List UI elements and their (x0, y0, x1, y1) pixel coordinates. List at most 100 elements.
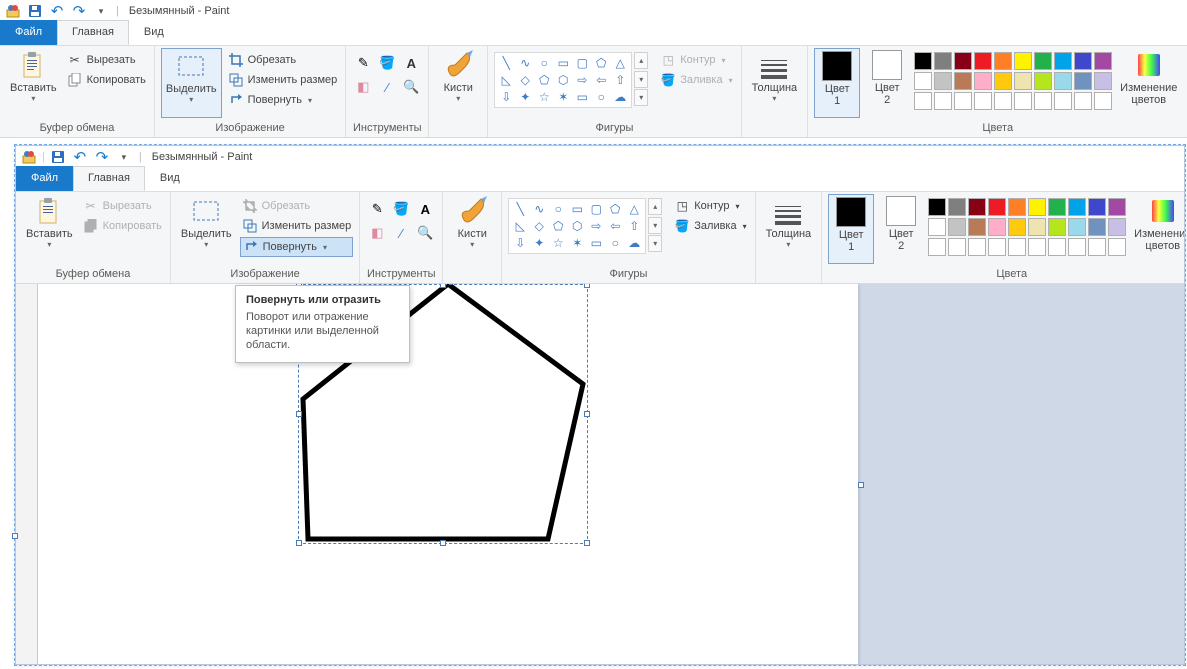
tab-home[interactable]: Главная (73, 166, 145, 191)
shape-uparrow-icon[interactable]: ⇧ (611, 72, 629, 88)
resize-button[interactable]: Изменить размер (226, 71, 340, 89)
color-swatch[interactable] (1108, 218, 1126, 236)
shape-oval-icon[interactable]: ○ (535, 55, 553, 71)
shape-triangle-icon[interactable]: △ (611, 55, 629, 71)
thickness-button[interactable]: Толщина (748, 48, 802, 118)
color-swatch[interactable] (1094, 52, 1112, 70)
shape-callout-oval-icon[interactable]: ○ (592, 89, 610, 105)
canvas-area-inner[interactable] (16, 284, 1184, 664)
qat-undo-icon[interactable]: ↶ (71, 148, 89, 166)
color-swatch[interactable] (974, 72, 992, 90)
color1-button[interactable]: Цвет 1 (828, 194, 874, 264)
color-swatch[interactable] (988, 198, 1006, 216)
color-swatch[interactable] (974, 52, 992, 70)
shape-6star-icon[interactable]: ✶ (554, 89, 572, 105)
pencil-icon[interactable]: ✎ (352, 52, 374, 74)
color2-button[interactable]: Цвет 2 (878, 194, 924, 264)
color-swatch[interactable] (934, 72, 952, 90)
color-swatch[interactable] (1008, 198, 1026, 216)
outline-button[interactable]: ◳ Контур ▾ (672, 197, 748, 215)
color-swatch[interactable] (1068, 218, 1086, 236)
shape-hexagon-icon[interactable]: ⬡ (554, 72, 572, 88)
color-swatch[interactable] (968, 218, 986, 236)
color-swatch[interactable] (1094, 92, 1112, 110)
tab-file[interactable]: Файл (0, 20, 57, 45)
brushes-button[interactable]: Кисти (449, 194, 495, 264)
color-swatch[interactable] (968, 238, 986, 256)
color-swatch[interactable] (954, 72, 972, 90)
thickness-button[interactable]: Толщина (762, 194, 816, 264)
color1-button[interactable]: Цвет 1 (814, 48, 860, 118)
pencil-icon[interactable]: ✎ (366, 198, 388, 220)
color-swatch[interactable] (934, 52, 952, 70)
shapes-scroll[interactable]: ▴ ▾ ▾ (634, 52, 648, 106)
color-swatch[interactable] (1034, 72, 1052, 90)
resize-button[interactable]: Изменить размер (240, 217, 354, 235)
color-swatch[interactable] (1074, 92, 1092, 110)
color-swatch[interactable] (1108, 198, 1126, 216)
qat-redo-icon[interactable]: ↷ (93, 148, 111, 166)
color2-button[interactable]: Цвет 2 (864, 48, 910, 118)
eraser-icon[interactable]: ◧ (352, 76, 374, 98)
color-swatch[interactable] (954, 92, 972, 110)
color-swatch[interactable] (1014, 72, 1032, 90)
color-swatch[interactable] (934, 92, 952, 110)
scroll-down-icon[interactable]: ▾ (634, 71, 648, 88)
color-swatch[interactable] (1074, 52, 1092, 70)
fill-button[interactable]: 🪣 Заливка ▾ (672, 217, 748, 235)
rotate-button[interactable]: Повернуть ▾ (226, 91, 340, 109)
tab-view[interactable]: Вид (129, 20, 179, 45)
qat-undo-icon[interactable]: ↶ (48, 2, 66, 20)
color-swatch[interactable] (1068, 198, 1086, 216)
color-swatch[interactable] (1088, 198, 1106, 216)
color-swatch[interactable] (974, 92, 992, 110)
qat-customize-icon[interactable]: ▾ (115, 148, 133, 166)
shape-rightarrow-icon[interactable]: ⇨ (573, 72, 591, 88)
brushes-button[interactable]: Кисти (435, 48, 481, 118)
color-swatch[interactable] (1108, 238, 1126, 256)
color-swatch[interactable] (1088, 238, 1106, 256)
color-swatch[interactable] (1054, 52, 1072, 70)
color-swatch[interactable] (1088, 218, 1106, 236)
scroll-up-icon[interactable]: ▴ (634, 52, 648, 69)
magnifier-icon[interactable]: 🔍 (414, 222, 436, 244)
color-swatch[interactable] (948, 238, 966, 256)
shape-polygon-icon[interactable]: ⬠ (592, 55, 610, 71)
color-swatch[interactable] (994, 92, 1012, 110)
color-swatch[interactable] (1054, 72, 1072, 90)
color-swatch[interactable] (1014, 92, 1032, 110)
shape-downarrow-icon[interactable]: ⇩ (497, 89, 515, 105)
shape-diamond-icon[interactable]: ◇ (516, 72, 534, 88)
shape-rtri-icon[interactable]: ◺ (497, 72, 515, 88)
paste-button[interactable]: Вставить (6, 48, 61, 118)
bucket-icon[interactable]: 🪣 (376, 52, 398, 74)
color-swatch[interactable] (1008, 218, 1026, 236)
color-swatch[interactable] (1034, 52, 1052, 70)
canvas-handle-outer[interactable] (12, 533, 18, 539)
shape-roundrect-icon[interactable]: ▢ (573, 55, 591, 71)
color-swatch[interactable] (1028, 198, 1046, 216)
shape-rect-icon[interactable]: ▭ (554, 55, 572, 71)
cut-button[interactable]: ✂ Вырезать (65, 51, 148, 69)
fill-button[interactable]: 🪣 Заливка ▾ (658, 71, 734, 89)
rotate-button[interactable]: Повернуть ▾ (240, 237, 354, 257)
shape-pentagon-icon[interactable]: ⬠ (535, 72, 553, 88)
tab-view[interactable]: Вид (145, 166, 195, 191)
color-swatch[interactable] (928, 218, 946, 236)
text-icon[interactable]: A (400, 52, 422, 74)
scroll-more-icon[interactable]: ▾ (634, 89, 648, 106)
color-swatch[interactable] (994, 52, 1012, 70)
color-swatch[interactable] (1048, 238, 1066, 256)
shape-callout-rect-icon[interactable]: ▭ (573, 89, 591, 105)
color-swatch[interactable] (1074, 72, 1092, 90)
qat-redo-icon[interactable]: ↷ (70, 2, 88, 20)
canvas[interactable] (38, 284, 858, 664)
eraser-icon[interactable]: ◧ (366, 222, 388, 244)
color-swatch[interactable] (948, 218, 966, 236)
color-swatch[interactable] (914, 92, 932, 110)
qat-save-icon[interactable] (49, 148, 67, 166)
shape-4star-icon[interactable]: ✦ (516, 89, 534, 105)
tab-file[interactable]: Файл (16, 166, 73, 191)
color-swatch[interactable] (1068, 238, 1086, 256)
color-swatch[interactable] (1094, 72, 1112, 90)
